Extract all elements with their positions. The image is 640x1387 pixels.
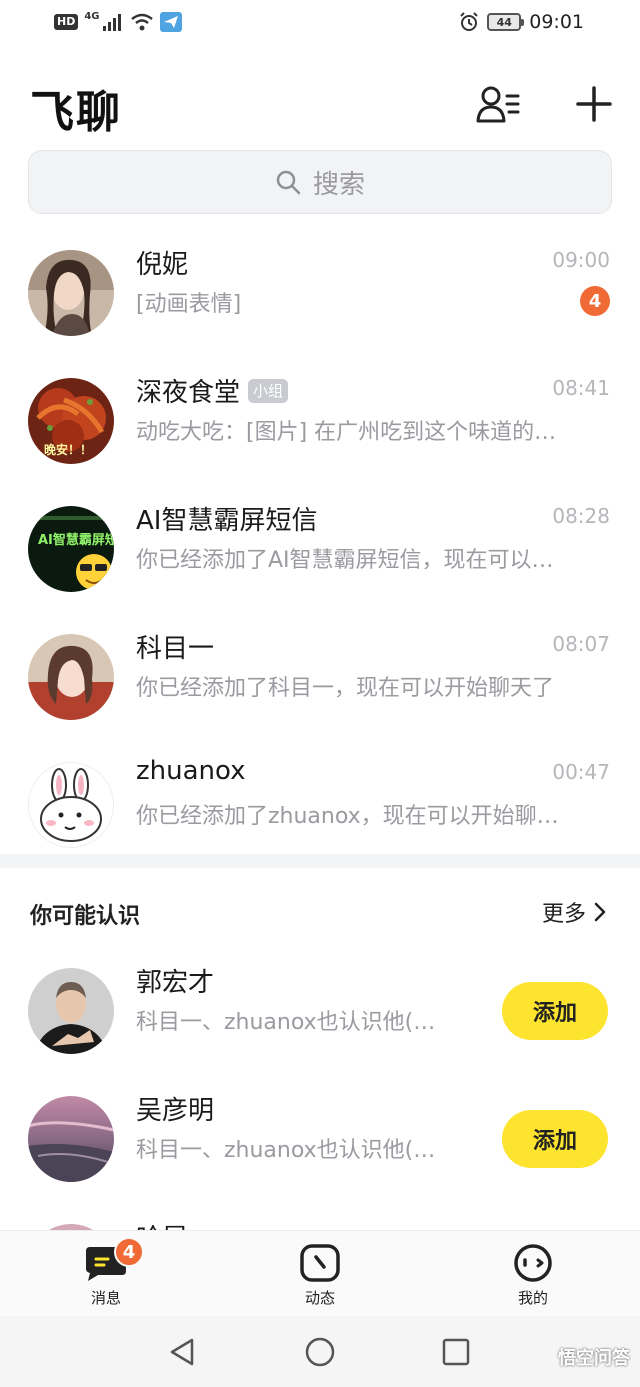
- chat-name: AI智慧霸屏短信: [136, 506, 318, 536]
- more-label: 更多: [541, 902, 586, 927]
- app-title: 飞聊: [30, 87, 122, 138]
- avatar: AI智慧霸屏短信: [28, 506, 114, 592]
- avatar: [28, 634, 114, 720]
- section-divider: [0, 854, 640, 868]
- chat-name: 深夜食堂 小组: [136, 372, 289, 409]
- battery-icon: 44: [487, 13, 525, 31]
- tab-label: 动态: [304, 1289, 335, 1307]
- section-title: 你可能认识: [30, 904, 141, 929]
- contacts-icon: [476, 86, 520, 123]
- search-placeholder: 搜索: [312, 169, 365, 200]
- search-bar[interactable]: 搜索: [28, 150, 612, 214]
- chat-name: 科目一: [136, 634, 215, 664]
- avatar: [28, 250, 114, 336]
- tab-moments[interactable]: 动态: [270, 1243, 370, 1308]
- chat-time: 08:28: [552, 504, 610, 528]
- chat-time: 09:00: [552, 248, 610, 272]
- plus-icon: [576, 86, 612, 122]
- chat-item[interactable]: 科目一 08:07 你已经添加了科目一，现在可以开始聊天了: [0, 618, 640, 746]
- hd-icon: HD: [54, 14, 79, 30]
- watermark: 悟空问答: [558, 1348, 630, 1369]
- status-right: 44 09:01: [459, 11, 584, 33]
- send-app-icon: [159, 12, 182, 32]
- tab-label: 消息: [90, 1289, 121, 1307]
- avatar: [28, 968, 114, 1054]
- home-circle-icon: [305, 1337, 335, 1367]
- system-nav-bar: 悟空问答: [0, 1316, 640, 1387]
- mutual-friends: 科目一、zhuanox也认识他(…: [136, 1010, 436, 1035]
- chat-item[interactable]: 晚安！！ 深夜食堂 小组 08:41 动吃大吃：[图片] 在广州吃到这个味道的…: [0, 362, 640, 490]
- recents-button[interactable]: [440, 1336, 472, 1368]
- back-button[interactable]: [166, 1336, 198, 1368]
- chat-name: 倪妮: [136, 250, 189, 280]
- alarm-icon: [460, 12, 478, 31]
- tab-badge: 4: [114, 1237, 144, 1267]
- mutual-friends: 科目一、zhuanox也认识他(…: [136, 1138, 436, 1163]
- person-name: 哈昆: [136, 1218, 188, 1230]
- chat-time: 00:47: [552, 760, 610, 784]
- person-name: 吴彦明: [136, 1096, 215, 1126]
- network-type: 4G: [84, 10, 100, 22]
- chat-preview: 你已经添加了科目一，现在可以开始聊天了: [136, 676, 555, 701]
- home-button[interactable]: [304, 1336, 336, 1368]
- svg-text:AI智慧霸屏短信: AI智慧霸屏短信: [38, 532, 114, 548]
- chat-item[interactable]: 倪妮 09:00 [动画表情] 4: [0, 234, 640, 362]
- group-tag: 小组: [248, 378, 289, 403]
- recommend-item[interactable]: 郭宏才 科目一、zhuanox也认识他(… 添加: [0, 952, 640, 1080]
- recommend-item[interactable]: 吴彦明 科目一、zhuanox也认识他(… 添加: [0, 1080, 640, 1208]
- avatar: [28, 1096, 114, 1182]
- chat-preview: [动画表情]: [136, 292, 242, 317]
- search-icon: [276, 170, 301, 195]
- moments-icon: [300, 1244, 340, 1282]
- status-bar: HD 4G 44 09:01: [0, 0, 640, 50]
- chat-item[interactable]: AI智慧霸屏短信 AI智慧霸屏短信 08:28 你已经添加了AI智慧霸屏短信，现…: [0, 490, 640, 618]
- add-button[interactable]: [570, 80, 618, 128]
- person-name: 郭宏才: [136, 968, 215, 998]
- avatar: 晚安！！: [28, 378, 114, 464]
- tab-me[interactable]: 我的: [483, 1243, 583, 1308]
- svg-text:晚安！！: 晚安！！: [44, 442, 92, 457]
- tab-bar: 4 消息 动态 我的: [0, 1230, 640, 1316]
- add-friend-button[interactable]: 添加: [502, 982, 608, 1040]
- back-triangle-icon: [170, 1338, 194, 1366]
- status-left: HD 4G: [54, 10, 182, 32]
- unread-badge: 4: [580, 286, 610, 316]
- chat-time: 08:07: [552, 632, 610, 656]
- more-link[interactable]: 更多: [542, 896, 606, 928]
- face-icon: [514, 1244, 552, 1282]
- chat-preview: 你已经添加了zhuanox，现在可以开始聊…: [136, 804, 559, 829]
- status-time: 09:01: [529, 11, 584, 33]
- avatar: [28, 762, 114, 848]
- chevron-right-icon: [594, 902, 606, 922]
- recommend-item[interactable]: 哈昆 添加: [0, 1208, 640, 1230]
- recents-square-icon: [442, 1338, 470, 1366]
- tab-messages[interactable]: 4 消息: [56, 1237, 156, 1308]
- contacts-button[interactable]: [474, 80, 522, 128]
- wifi-icon: [130, 13, 153, 31]
- chat-preview: 动吃大吃：[图片] 在广州吃到这个味道的…: [136, 420, 557, 445]
- add-friend-button[interactable]: 添加: [502, 1110, 608, 1168]
- chat-time: 08:41: [552, 376, 610, 400]
- header: 飞聊: [0, 62, 640, 142]
- chat-preview: 你已经添加了AI智慧霸屏短信，现在可以…: [136, 548, 554, 573]
- chat-name: zhuanox: [136, 756, 246, 786]
- signal-icon: [102, 14, 121, 31]
- tab-label: 我的: [517, 1289, 548, 1307]
